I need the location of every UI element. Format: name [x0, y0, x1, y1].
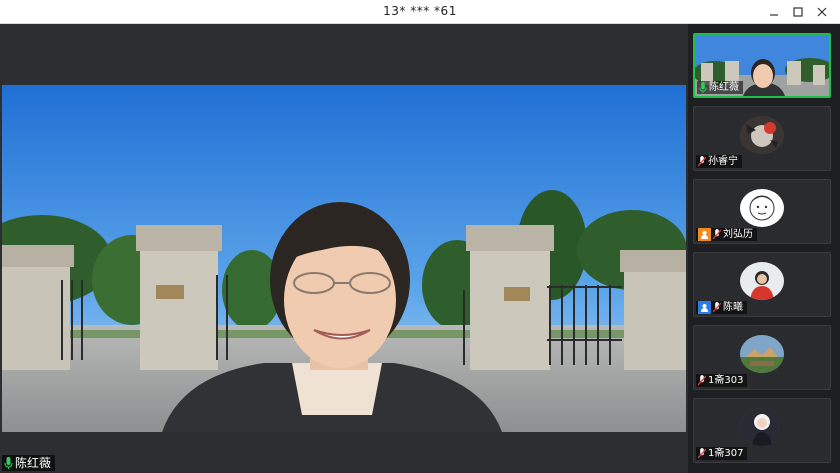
main-video[interactable]	[2, 85, 686, 432]
main-video-stage[interactable]	[0, 24, 688, 473]
avatar	[740, 262, 784, 300]
participant-tile[interactable]: 1斋303	[693, 325, 831, 390]
mic-active-icon	[4, 457, 13, 469]
participant-label: 1斋303	[696, 374, 748, 387]
main-speaker-name: 陈红薇	[15, 456, 52, 470]
minimize-icon[interactable]	[762, 0, 786, 24]
participant-name: 刘弘历	[723, 229, 753, 240]
participant-label: 1斋307	[696, 447, 748, 460]
participant-name: 陈曦	[723, 302, 743, 313]
participant-label: 刘弘历	[696, 228, 757, 241]
mic-active-icon	[699, 82, 707, 93]
main-speaker-label: 陈红薇	[2, 455, 56, 471]
participant-label: 陈曦	[696, 301, 747, 314]
title-bar: 13* *** *61	[0, 0, 840, 24]
maximize-icon[interactable]	[786, 0, 810, 24]
participant-name: 1斋303	[708, 375, 744, 386]
window-title: 13* *** *61	[383, 4, 457, 18]
host-badge-icon	[698, 228, 711, 241]
participant-label: 陈红薇	[697, 81, 743, 94]
avatar	[740, 335, 784, 373]
participant-name: 孙睿宁	[708, 156, 738, 167]
cohost-badge-icon	[698, 301, 711, 314]
mic-muted-icon	[698, 156, 706, 167]
participant-tile[interactable]: 1斋307	[693, 398, 831, 463]
participant-label: 孙睿宁	[696, 155, 742, 168]
mic-muted-icon	[713, 302, 721, 313]
participant-name: 1斋307	[708, 448, 744, 459]
avatar	[740, 408, 784, 446]
participant-tile[interactable]: 刘弘历	[693, 179, 831, 244]
close-icon[interactable]	[810, 0, 834, 24]
participant-name: 陈红薇	[709, 82, 739, 93]
participant-tile[interactable]: 陈红薇	[693, 33, 831, 98]
mic-muted-icon	[713, 229, 721, 240]
mic-muted-icon	[698, 448, 706, 459]
avatar	[740, 189, 784, 227]
participant-sidebar: 陈红薇 孙睿宁 刘弘历 陈曦 1斋303 1斋307	[688, 24, 840, 473]
participant-tile[interactable]: 陈曦	[693, 252, 831, 317]
mic-muted-icon	[698, 375, 706, 386]
avatar	[740, 116, 784, 154]
participant-tile[interactable]: 孙睿宁	[693, 106, 831, 171]
